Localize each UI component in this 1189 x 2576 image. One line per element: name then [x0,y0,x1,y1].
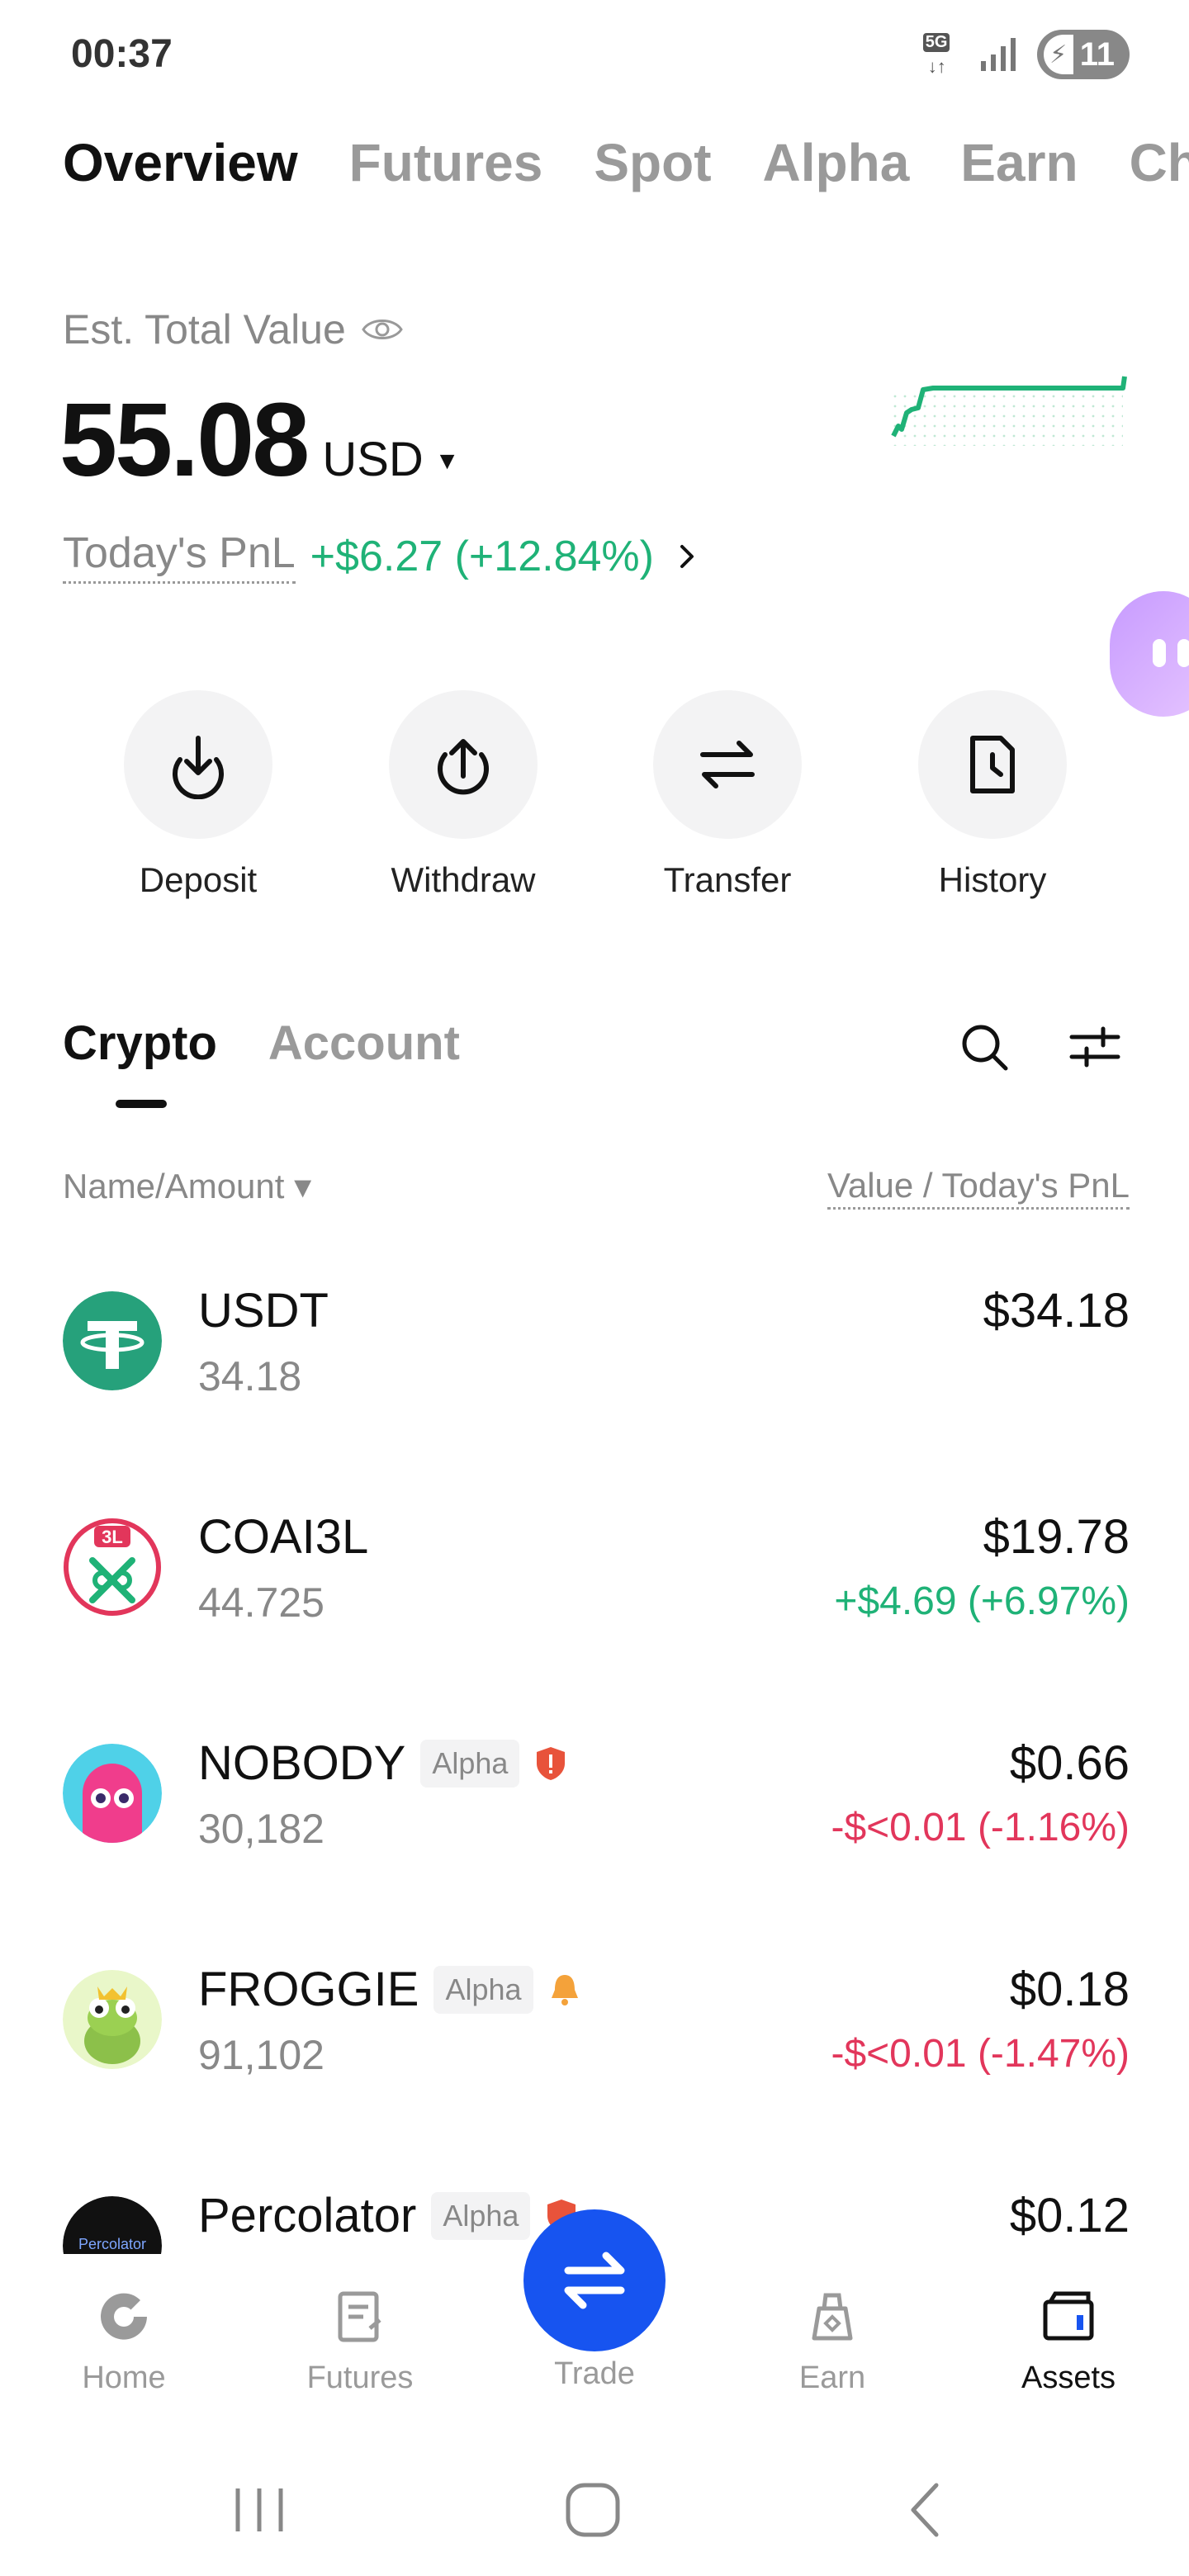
filter-icon[interactable] [1068,1020,1121,1073]
nav-futures[interactable]: Futures [277,2287,443,2396]
froggie-logo [63,1970,162,2069]
nav-earn[interactable]: Earn [750,2287,915,2396]
est-total-value-label: Est. Total Value [63,305,404,353]
withdraw-icon [438,739,489,795]
eye-icon[interactable] [361,313,404,346]
asset-tabs: Crypto Account [63,1016,460,1108]
alpha-badge: Alpha [433,1965,533,2014]
tab-alpha[interactable]: Alpha [763,132,910,193]
todays-pnl[interactable]: Today's PnL +$6.27 (+12.84%) [63,528,702,584]
battery-indicator: ⚡ 11 [1036,30,1130,79]
asset-row-usdt[interactable]: USDT 34.18 $34.18 [63,1283,1130,1448]
tab-overview[interactable]: Overview [63,132,298,193]
recent-apps-icon[interactable] [226,2477,292,2543]
history-button[interactable]: History [877,690,1108,900]
alpha-badge: Alpha [431,2191,531,2240]
search-icon[interactable] [958,1020,1011,1073]
top-tabs: Overview Futures Spot Alpha Earn Ch [63,132,1189,193]
status-bar: 00:37 5G ↓↑ ⚡ 11 [0,0,1189,107]
tab-ch[interactable]: Ch [1130,132,1189,193]
withdraw-button[interactable]: Withdraw [348,690,579,900]
asset-row-nobody[interactable]: NOBODY Alpha 30,182 $0.66 -$<0.01 (-1.16… [63,1735,1130,1901]
history-icon [970,736,1015,793]
tab-futures[interactable]: Futures [349,132,543,193]
alpha-badge: Alpha [420,1739,520,1788]
pnl-label[interactable]: Today's PnL [63,528,296,584]
network-5g-icon: 5G ↓↑ [922,31,961,78]
shield-warning-icon[interactable] [534,1745,567,1782]
chevron-right-icon[interactable] [672,542,702,571]
currency-selector[interactable]: USD [322,432,423,487]
transfer-icon [700,741,755,788]
percolator-logo: Percolator [63,2196,162,2254]
nobody-logo [63,1744,162,1843]
back-icon[interactable] [893,2477,959,2543]
status-time: 00:37 [71,32,173,76]
nav-assets[interactable]: Assets [986,2287,1151,2396]
alert-bell-icon[interactable] [548,1972,581,2008]
caret-down-icon[interactable]: ▼ [435,447,460,476]
transfer-button[interactable]: Transfer [612,690,843,900]
svg-text:Percolator: Percolator [78,2236,146,2252]
tab-crypto[interactable]: Crypto [63,1016,217,1108]
earn-icon [812,2293,853,2341]
coai3l-logo: 3L [63,1518,162,1617]
total-value-amount: 55.08 [59,381,310,498]
tab-earn[interactable]: Earn [960,132,1078,193]
tab-spot[interactable]: Spot [594,132,711,193]
home-button-icon[interactable] [560,2477,626,2543]
usdt-logo [63,1291,162,1390]
asset-row-coai3l[interactable]: 3L COAI3L 44.725 $19.78 +$4.69 (+6.97%) [63,1509,1130,1674]
wallet-icon [1043,2291,1094,2341]
assistant-bot-icon[interactable] [1110,591,1189,717]
pnl-value: +$6.27 (+12.84%) [310,532,654,580]
signal-icon [980,38,1016,71]
asset-list: USDT 34.18 $34.18 3L COAI3L 44.725 $19.7… [0,1238,1189,2254]
sort-name-amount[interactable]: Name/Amount ▾ [63,1166,311,1206]
total-value: 55.08 USD ▼ [59,380,459,500]
value-pnl-header[interactable]: Value / Today's PnL [827,1166,1130,1210]
deposit-button[interactable]: Deposit [83,690,314,900]
tab-account[interactable]: Account [268,1016,460,1071]
trade-button[interactable] [523,2209,666,2351]
nav-home[interactable]: Home [41,2287,206,2396]
charging-icon: ⚡ [1043,35,1073,74]
system-nav-bar [0,2436,1189,2576]
swap-icon [564,2252,625,2309]
status-icons: 5G ↓↑ ⚡ 11 [922,30,1130,79]
balance-sparkline[interactable] [883,355,1131,454]
home-icon [101,2293,147,2340]
coai3l-badge-text: 3L [102,1527,123,1547]
futures-icon [338,2291,381,2342]
asset-row-froggie[interactable]: FROGGIE Alpha 91,102 $0.18 -$<0.01 (-1.4… [63,1962,1130,2127]
deposit-icon [173,736,224,799]
